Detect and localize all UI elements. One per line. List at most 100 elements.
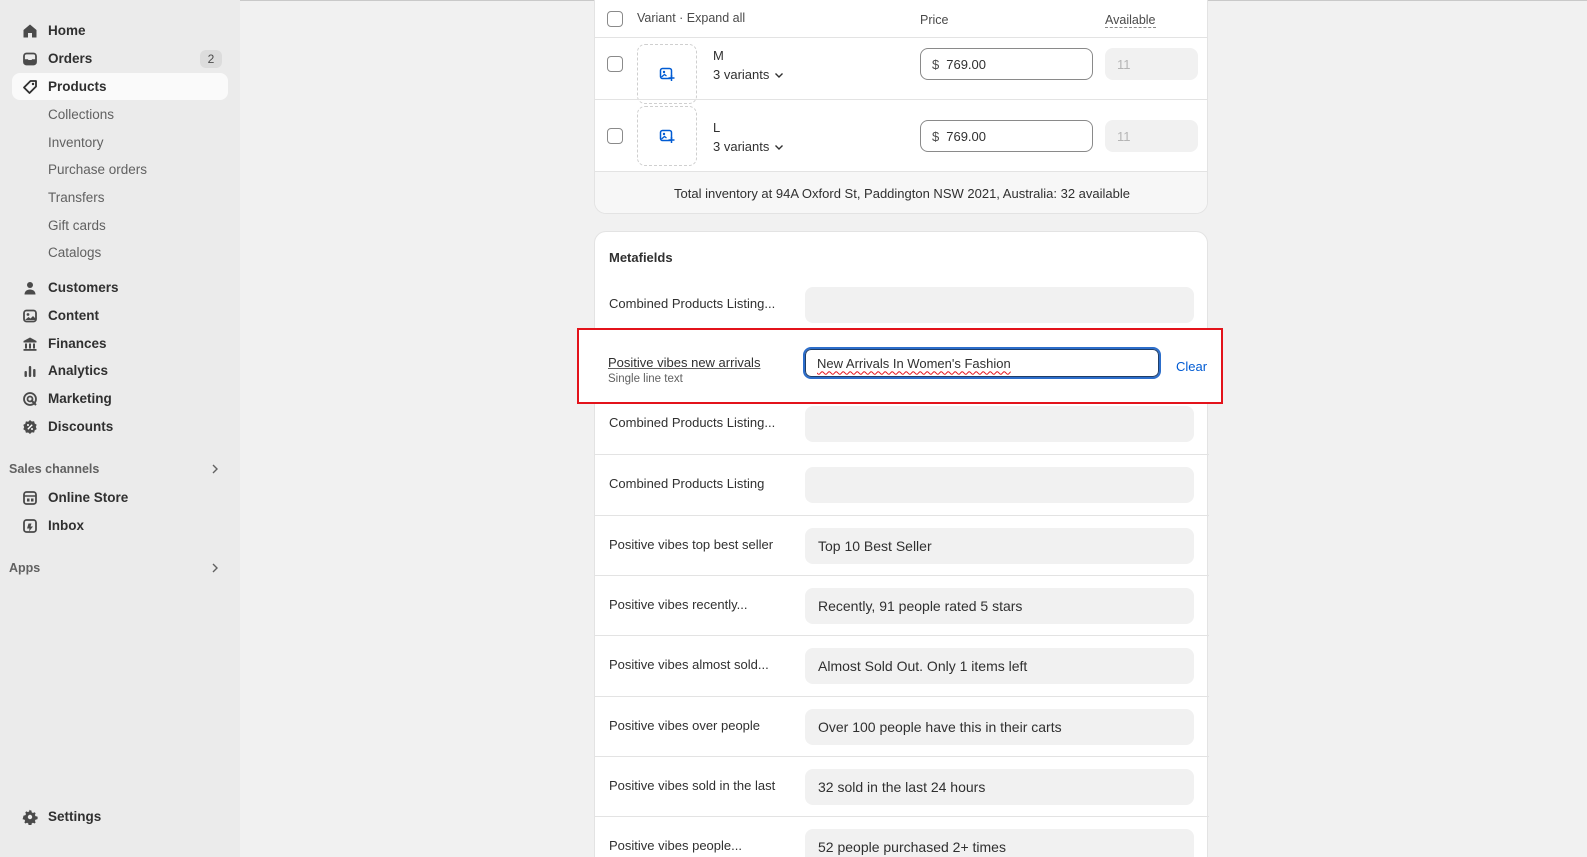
chevron-right-icon	[212, 464, 218, 474]
add-image-icon	[659, 67, 675, 81]
metafield-label[interactable]: Positive vibes over people	[609, 718, 760, 733]
bar-chart-icon	[20, 361, 40, 381]
variant-checkbox[interactable]	[607, 56, 623, 72]
variant-count-toggle[interactable]: 3 variants	[713, 139, 785, 154]
sidebar-subitem-purchase-orders[interactable]: Purchase orders	[48, 157, 228, 181]
metafield-type: Single line text	[608, 373, 683, 385]
person-icon	[20, 278, 40, 298]
sidebar-item-label: Home	[48, 23, 86, 38]
metafield-input[interactable]: Almost Sold Out. Only 1 items left	[805, 648, 1194, 684]
metafield-label[interactable]: Positive vibes people...	[609, 838, 742, 853]
metafield-input[interactable]: Top 10 Best Seller	[805, 528, 1194, 564]
sidebar-item-discounts[interactable]: Discounts	[12, 413, 228, 440]
sales-channels-header[interactable]: Sales channels	[9, 458, 228, 480]
variant-name: L	[713, 120, 721, 135]
content-icon	[20, 306, 40, 326]
sidebar-item-online-store[interactable]: Online Store	[12, 484, 228, 511]
chevron-down-icon	[775, 144, 784, 150]
sidebar: Home Orders 2 Products Collections Inven…	[0, 0, 240, 857]
sidebar-subitem-transfers[interactable]: Transfers	[48, 185, 228, 209]
store-icon	[20, 488, 40, 508]
sidebar-item-label: Products	[48, 79, 107, 94]
variant-count-label: 3 variants	[713, 67, 770, 82]
sidebar-item-label: Discounts	[48, 419, 114, 434]
price-input[interactable]: $ 769.00	[920, 120, 1093, 152]
variant-expand-all[interactable]: Variant · Expand all	[637, 11, 745, 25]
metafield-input[interactable]	[805, 406, 1194, 442]
price-value: 769.00	[946, 56, 986, 72]
sidebar-subitem-catalogs[interactable]: Catalogs	[48, 240, 228, 264]
metafield-label-active[interactable]: Positive vibes new arrivals	[608, 355, 760, 370]
sidebar-item-analytics[interactable]: Analytics	[12, 357, 228, 384]
sidebar-item-marketing[interactable]: Marketing	[12, 385, 228, 412]
variant-image-placeholder[interactable]	[637, 44, 697, 104]
apps-label: Apps	[9, 561, 41, 575]
sidebar-subitem-gift-cards[interactable]: Gift cards	[48, 213, 228, 237]
currency-symbol: $	[932, 56, 940, 72]
tag-icon	[20, 77, 40, 97]
sidebar-item-home[interactable]: Home	[12, 17, 228, 44]
metafield-label[interactable]: Positive vibes top best seller	[609, 537, 773, 552]
sidebar-subitem-inventory[interactable]: Inventory	[48, 130, 228, 154]
sidebar-subitem-collections[interactable]: Collections	[48, 102, 228, 126]
price-column-header: Price	[920, 13, 949, 27]
metafield-input[interactable]: Recently, 91 people rated 5 stars	[805, 588, 1194, 624]
metafield-label[interactable]: Positive vibes recently...	[609, 597, 747, 612]
select-all-checkbox[interactable]	[607, 11, 623, 27]
sidebar-item-label: Marketing	[48, 391, 112, 406]
clear-button[interactable]: Clear	[1176, 359, 1207, 374]
metafield-label[interactable]: Positive vibes almost sold...	[609, 657, 769, 672]
active-metafield-row: Positive vibes new arrivals Single line …	[577, 328, 1223, 404]
price-value: 769.00	[946, 128, 986, 144]
variant-checkbox[interactable]	[607, 128, 623, 144]
apps-header[interactable]: Apps	[9, 557, 228, 579]
metafield-row: Combined Products Listing...	[595, 275, 1209, 335]
metafield-row: Positive vibes over people Over 100 peop…	[595, 696, 1209, 756]
price-input[interactable]: $ 769.00	[920, 48, 1093, 80]
metafield-input[interactable]: 52 people purchased 2+ times	[805, 829, 1194, 857]
metafield-label[interactable]: Positive vibes sold in the last	[609, 778, 775, 793]
available-input[interactable]: 11	[1105, 120, 1198, 152]
bank-icon	[20, 334, 40, 354]
metafields-title: Metafields	[609, 250, 673, 265]
sidebar-item-products[interactable]: Products	[12, 73, 228, 100]
sidebar-item-label: Customers	[48, 280, 119, 295]
sidebar-item-orders[interactable]: Orders 2	[12, 45, 228, 72]
orders-icon	[20, 49, 40, 69]
discount-icon	[20, 417, 40, 437]
new-arrivals-value: New Arrivals In Women's Fashion	[817, 355, 1011, 371]
variant-image-placeholder[interactable]	[637, 106, 697, 166]
orders-count-badge: 2	[200, 50, 222, 68]
sidebar-item-finances[interactable]: Finances	[12, 330, 228, 357]
metafield-row: Positive vibes sold in the last 32 sold …	[595, 756, 1209, 816]
metafield-input[interactable]: Over 100 people have this in their carts	[805, 709, 1194, 745]
sidebar-item-inbox[interactable]: Inbox	[12, 512, 228, 539]
sidebar-item-label: Online Store	[48, 490, 129, 505]
available-input[interactable]: 11	[1105, 48, 1198, 80]
gear-icon	[20, 807, 40, 827]
variants-header: Variant · Expand all Price Available	[595, 1, 1207, 28]
sidebar-item-settings[interactable]: Settings	[12, 803, 228, 830]
new-arrivals-input[interactable]: New Arrivals In Women's Fashion	[803, 347, 1161, 379]
target-icon	[20, 389, 40, 409]
metafield-row: Positive vibes almost sold... Almost Sol…	[595, 635, 1209, 695]
sidebar-item-label: Finances	[48, 336, 107, 351]
currency-symbol: $	[932, 128, 940, 144]
metafield-input[interactable]	[805, 287, 1194, 323]
variant-count-toggle[interactable]: 3 variants	[713, 67, 785, 82]
metafield-label[interactable]: Combined Products Listing	[609, 476, 764, 491]
metafield-label[interactable]: Combined Products Listing...	[609, 415, 775, 430]
sidebar-item-label: Orders	[48, 51, 93, 66]
sidebar-item-customers[interactable]: Customers	[12, 274, 228, 301]
metafield-row: Positive vibes people... 52 people purch…	[595, 816, 1209, 857]
sidebar-item-content[interactable]: Content	[12, 302, 228, 329]
available-column-header[interactable]: Available	[1105, 13, 1156, 28]
metafield-input[interactable]	[805, 467, 1194, 503]
sidebar-item-label: Analytics	[48, 363, 109, 378]
metafield-row: Positive vibes top best seller Top 10 Be…	[595, 515, 1209, 575]
metafield-label[interactable]: Combined Products Listing...	[609, 296, 775, 311]
metafield-input[interactable]: 32 sold in the last 24 hours	[805, 769, 1194, 805]
metafield-row: Combined Products Listing	[595, 454, 1209, 514]
sidebar-item-label: Content	[48, 308, 99, 323]
variants-card: Variant · Expand all Price Available M 3…	[594, 0, 1208, 214]
